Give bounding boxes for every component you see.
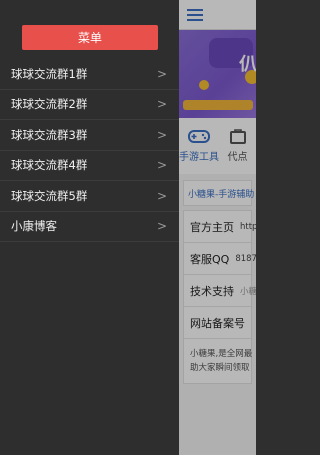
chevron-right-icon: > — [156, 219, 167, 234]
drawer-item-group-2[interactable]: 球球交流群2群 > — [0, 90, 179, 120]
menu-button[interactable]: 菜单 — [22, 25, 158, 50]
drawer-item-label: 球球交流群2群 — [11, 97, 88, 112]
drawer-item-group-5[interactable]: 球球交流群5群 > — [0, 181, 179, 212]
drawer-item-group-3[interactable]: 球球交流群3群 > — [0, 120, 179, 151]
drawer-item-blog[interactable]: 小康博客 > — [0, 212, 179, 242]
chevron-right-icon: > — [156, 66, 167, 81]
drawer-list: 球球交流群1群 > 球球交流群2群 > 球球交流群3群 > 球球交流群4群 > … — [0, 59, 179, 242]
scrim-overlay[interactable] — [179, 0, 256, 455]
drawer-item-label: 球球交流群5群 — [11, 188, 88, 203]
drawer-item-group-4[interactable]: 球球交流群4群 > — [0, 151, 179, 181]
chevron-right-icon: > — [156, 97, 167, 112]
drawer-item-label: 球球交流群3群 — [11, 127, 88, 142]
navigation-drawer: 菜单 球球交流群1群 > 球球交流群2群 > 球球交流群3群 > 球球交流群4群… — [0, 0, 179, 455]
drawer-item-label: 小康博客 — [11, 219, 57, 234]
chevron-right-icon: > — [156, 127, 167, 142]
chevron-right-icon: > — [156, 158, 167, 173]
chevron-right-icon: > — [156, 188, 167, 203]
drawer-item-label: 球球交流群4群 — [11, 158, 88, 173]
drawer-item-group-1[interactable]: 球球交流群1群 > — [0, 59, 179, 90]
drawer-item-label: 球球交流群1群 — [11, 66, 88, 81]
